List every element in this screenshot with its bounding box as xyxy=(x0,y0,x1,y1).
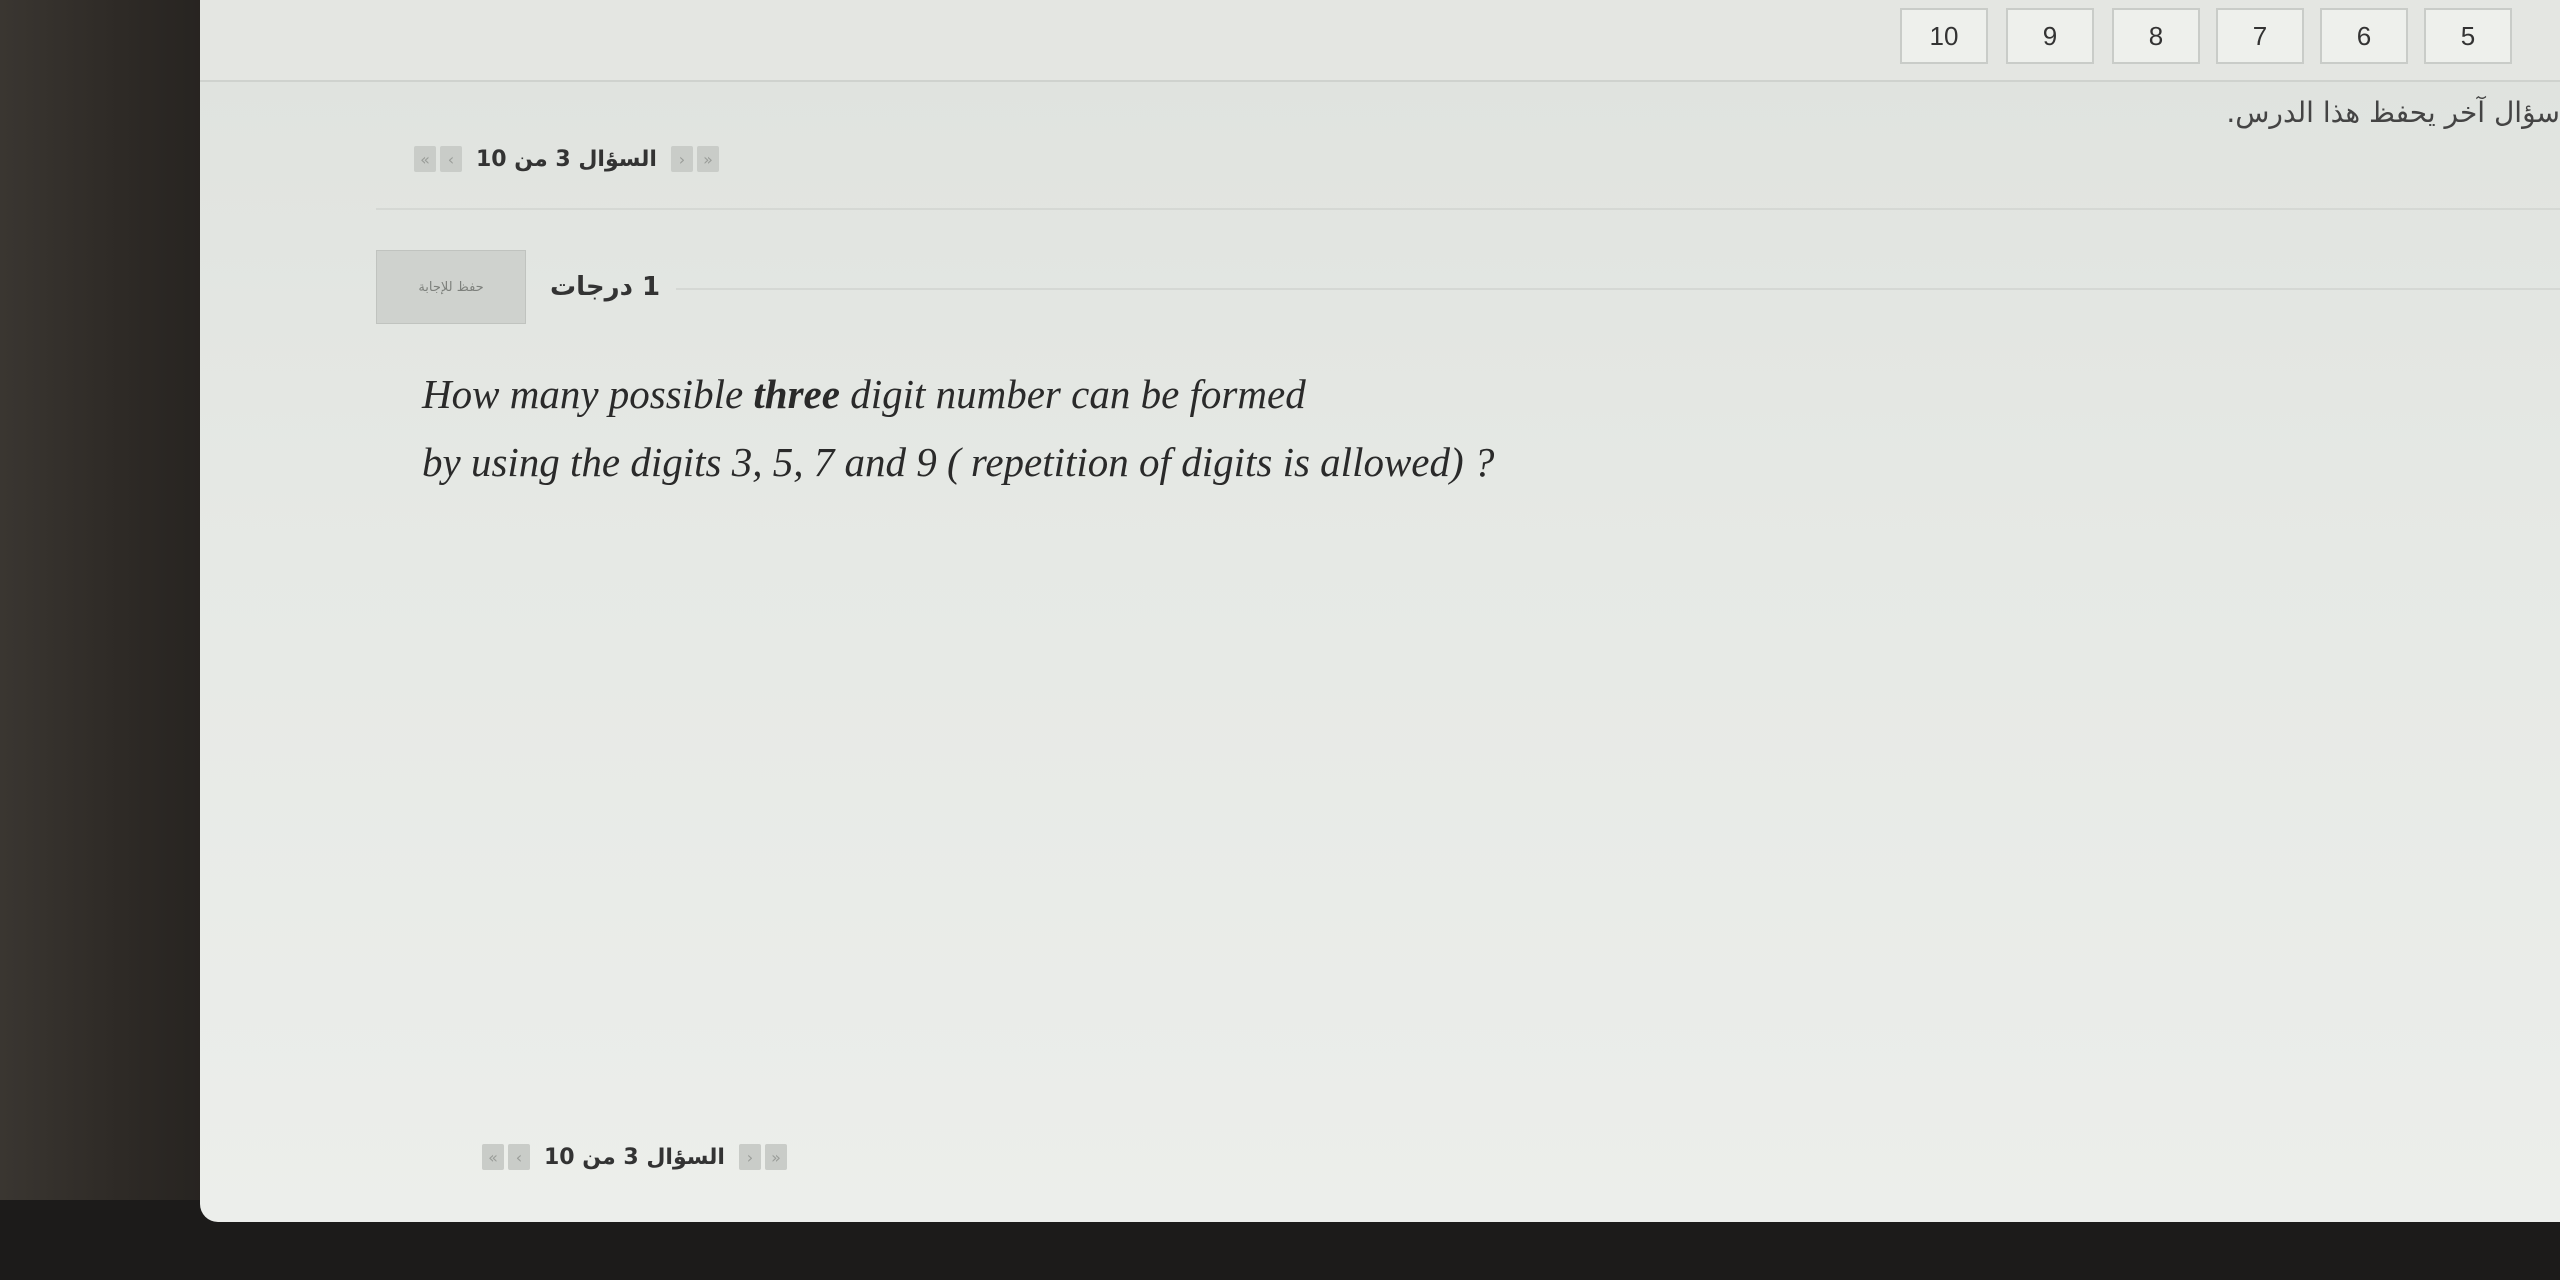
last-page-button-bottom[interactable]: » xyxy=(764,1144,787,1170)
question-line-1: How many possible three digit number can… xyxy=(422,360,1822,428)
question-number-9[interactable]: 9 xyxy=(2006,8,2094,64)
question-counter: السؤال 3 من 10 xyxy=(476,146,657,172)
question-number-7[interactable]: 7 xyxy=(2216,8,2304,64)
quiz-screen: 10 9 8 7 6 5 سؤال آخر يحفظ هذا الدرس. « … xyxy=(200,0,2560,1222)
question-counter-bottom: السؤال 3 من 10 xyxy=(544,1144,725,1170)
header-divider xyxy=(376,208,2560,210)
next-page-button-bottom[interactable]: › xyxy=(738,1144,761,1170)
flag-question-button[interactable]: حفظ للإجابة xyxy=(376,250,526,324)
next-page-button[interactable]: › xyxy=(670,146,693,172)
last-page-button[interactable]: » xyxy=(696,146,719,172)
question-number-10[interactable]: 10 xyxy=(1900,8,1988,64)
question-line-1-end: digit number can be formed xyxy=(839,371,1306,417)
question-emphasis: three xyxy=(753,371,840,417)
meta-divider xyxy=(676,288,2560,290)
question-text: How many possible three digit number can… xyxy=(422,360,1822,496)
previous-page-button-bottom[interactable]: ‹ xyxy=(508,1144,530,1170)
first-page-button[interactable]: « xyxy=(414,146,436,172)
question-pager-top: « ‹ السؤال 3 من 10 › » xyxy=(414,146,719,172)
previous-page-button[interactable]: ‹ xyxy=(440,146,462,172)
question-line-1-start: How many possible xyxy=(422,371,754,417)
question-number-6[interactable]: 6 xyxy=(2320,8,2408,64)
question-marks: 1 درجات xyxy=(550,272,661,302)
question-number-8[interactable]: 8 xyxy=(2112,8,2200,64)
question-number-5[interactable]: 5 xyxy=(2424,8,2512,64)
question-meta-row: حفظ للإجابة 1 درجات xyxy=(376,250,676,324)
question-line-2: by using the digits 3, 5, 7 and 9 ( repe… xyxy=(422,439,1495,485)
flag-hint-text: سؤال آخر يحفظ هذا الدرس. xyxy=(2226,96,2560,129)
question-navigation-bar xyxy=(200,0,2560,82)
first-page-button-bottom[interactable]: « xyxy=(482,1144,504,1170)
question-pager-bottom: « ‹ السؤال 3 من 10 › » xyxy=(482,1144,787,1170)
